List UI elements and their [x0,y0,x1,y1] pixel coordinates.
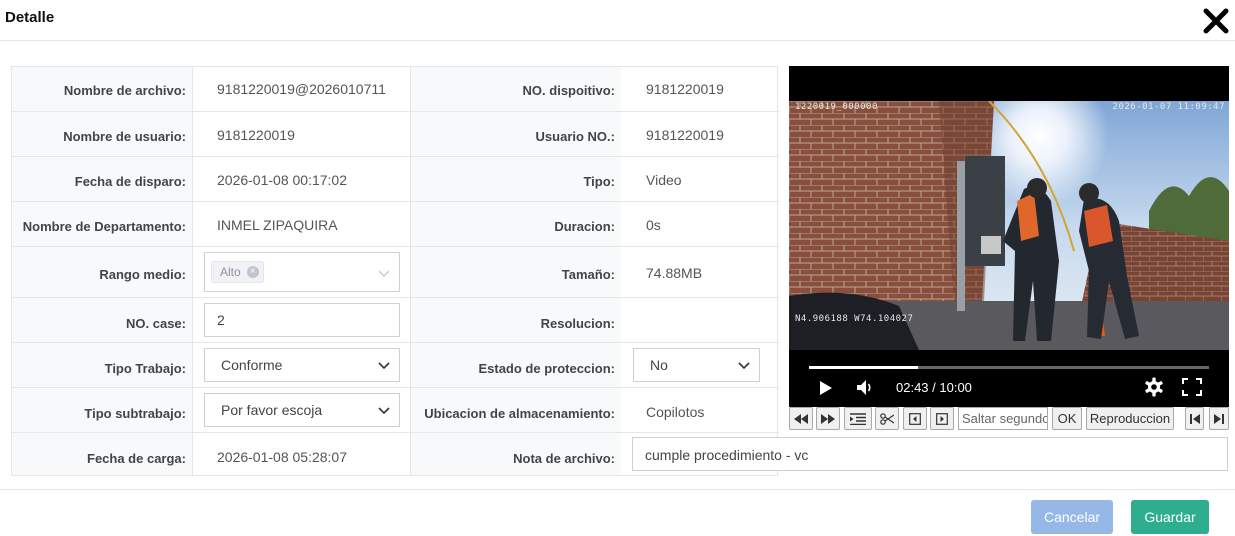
label-protection-state: Estado de proteccion: [478,361,615,376]
value-device-no: 9181220019 [646,81,724,97]
rewind-icon [794,413,808,424]
chevron-down-icon [378,362,390,370]
form-row: Tipo Trabajo: Conforme Estado de protecc… [12,342,779,387]
clip-button[interactable] [875,407,899,430]
value-user-name: 9181220019 [217,127,295,143]
label-subwork-type: Tipo subtrabajo: [84,406,186,421]
protection-state-select[interactable]: No [633,348,760,382]
cancel-button[interactable]: Cancelar [1031,500,1113,534]
label-file-note: Nota de archivo: [513,451,615,466]
step-back-icon [909,412,921,425]
value-storage-location: Copilotos [646,404,705,420]
form-row: Nombre de usuario: 9181220019 Usuario NO… [12,111,779,156]
video-still-image [789,101,1229,350]
label-department: Nombre de Departamento: [22,219,186,234]
label-case-no: NO. case: [126,316,186,331]
close-icon[interactable] [1203,8,1229,34]
dialog-header: Detalle [0,0,1235,41]
form-row: Nombre de archivo: 9181220019@2026010711… [12,67,779,111]
label-user-name: Nombre de usuario: [63,129,186,144]
skip-next-icon [1214,413,1224,424]
label-duration: Duracion: [554,219,615,234]
value-department: INMEL ZIPAQUIRA [217,217,338,233]
label-file-name: Nombre de archivo: [63,83,186,98]
label-range: Rango medio: [99,267,186,282]
video-player[interactable]: 1220019_000000 2026-01-07 11:09:47 N4.90… [789,66,1229,407]
work-type-select[interactable]: Conforme [204,348,400,382]
value-file-name: 9181220019@2026010711 [217,81,386,97]
chevron-down-icon [378,270,390,277]
subwork-type-select[interactable]: Por favor escoja [204,393,400,427]
form-row: NO. case: 2 Resolucion: [12,297,779,342]
save-button[interactable]: Guardar [1131,500,1209,534]
video-toolbar: Saltar segundo OK Reproduccion [789,407,1229,431]
label-size: Tamaño: [561,267,615,282]
label-upload-date: Fecha de carga: [87,451,186,466]
osd-gps: N4.906188 W74.104027 [795,314,914,324]
rewind-button[interactable] [789,407,813,430]
prev-frame-button[interactable] [903,407,927,430]
value-trigger-date: 2026-01-08 00:17:02 [217,172,347,188]
label-user-no: Usuario NO.: [535,129,615,144]
playlist-button[interactable] [844,407,872,430]
range-tag: Alto × [211,261,264,283]
form-row: Tipo subtrabajo: Por favor escoja Ubicac… [12,387,779,432]
label-trigger-date: Fecha de disparo: [74,174,186,189]
form-row: Nombre de Departamento: INMEL ZIPAQUIRA … [12,201,779,246]
detail-form: Nombre de archivo: 9181220019@2026010711… [11,66,779,476]
step-forward-icon [936,412,948,425]
skip-start-button[interactable] [1185,407,1204,430]
settings-gear-icon[interactable] [1144,377,1164,397]
list-indent-icon [850,412,866,425]
tag-remove-icon[interactable]: × [246,265,259,278]
video-progress-bar[interactable] [809,366,1209,369]
label-device-no: NO. dispoitivo: [522,83,615,98]
label-resolution: Resolucion: [540,316,615,331]
fast-forward-icon [821,413,835,424]
seek-ok-button[interactable]: OK [1052,407,1082,430]
fullscreen-icon[interactable] [1182,378,1202,396]
play-icon[interactable] [819,380,833,396]
case-no-input[interactable]: 2 [204,303,400,337]
range-tag-label: Alto [220,265,241,279]
skip-end-button[interactable] [1209,407,1229,430]
video-frame: 1220019_000000 2026-01-07 11:09:47 N4.90… [789,101,1229,350]
label-storage-location: Ubicacion de almacenamiento: [424,406,615,421]
dialog-title: Detalle [5,9,55,26]
value-type: Video [646,172,682,188]
video-progress-fill [809,366,918,369]
value-size: 74.88MB [646,265,703,281]
chevron-down-icon [378,407,390,415]
skip-previous-icon [1189,413,1200,424]
osd-channel-id: 1220019_000000 [795,102,878,112]
seek-seconds-input[interactable]: Saltar segundo [958,407,1048,430]
video-time: 02:43 / 10:00 [896,380,972,395]
osd-timestamp: 2026-01-07 11:09:47 [1112,102,1225,112]
value-duration: 0s [646,217,661,233]
footer-divider [0,489,1235,490]
fast-forward-button[interactable] [816,407,840,430]
form-row: Fecha de disparo: 2026-01-08 00:17:02 Ti… [12,156,779,201]
range-multiselect[interactable]: Alto × [204,252,400,292]
next-frame-button[interactable] [930,407,954,430]
label-work-type: Tipo Trabajo: [104,361,186,376]
chevron-down-icon [738,362,750,370]
value-upload-date: 2026-01-08 05:28:07 [217,449,347,465]
file-note-input[interactable]: cumple procedimiento - vc [632,437,1228,471]
volume-icon[interactable] [856,379,874,396]
scissors-icon [880,412,894,425]
label-type: Tipo: [583,174,615,189]
form-row: Rango medio: Alto × Tamaño: 74.88MB [12,246,779,297]
value-user-no: 9181220019 [646,127,724,143]
playback-button[interactable]: Reproduccion [1086,407,1174,430]
